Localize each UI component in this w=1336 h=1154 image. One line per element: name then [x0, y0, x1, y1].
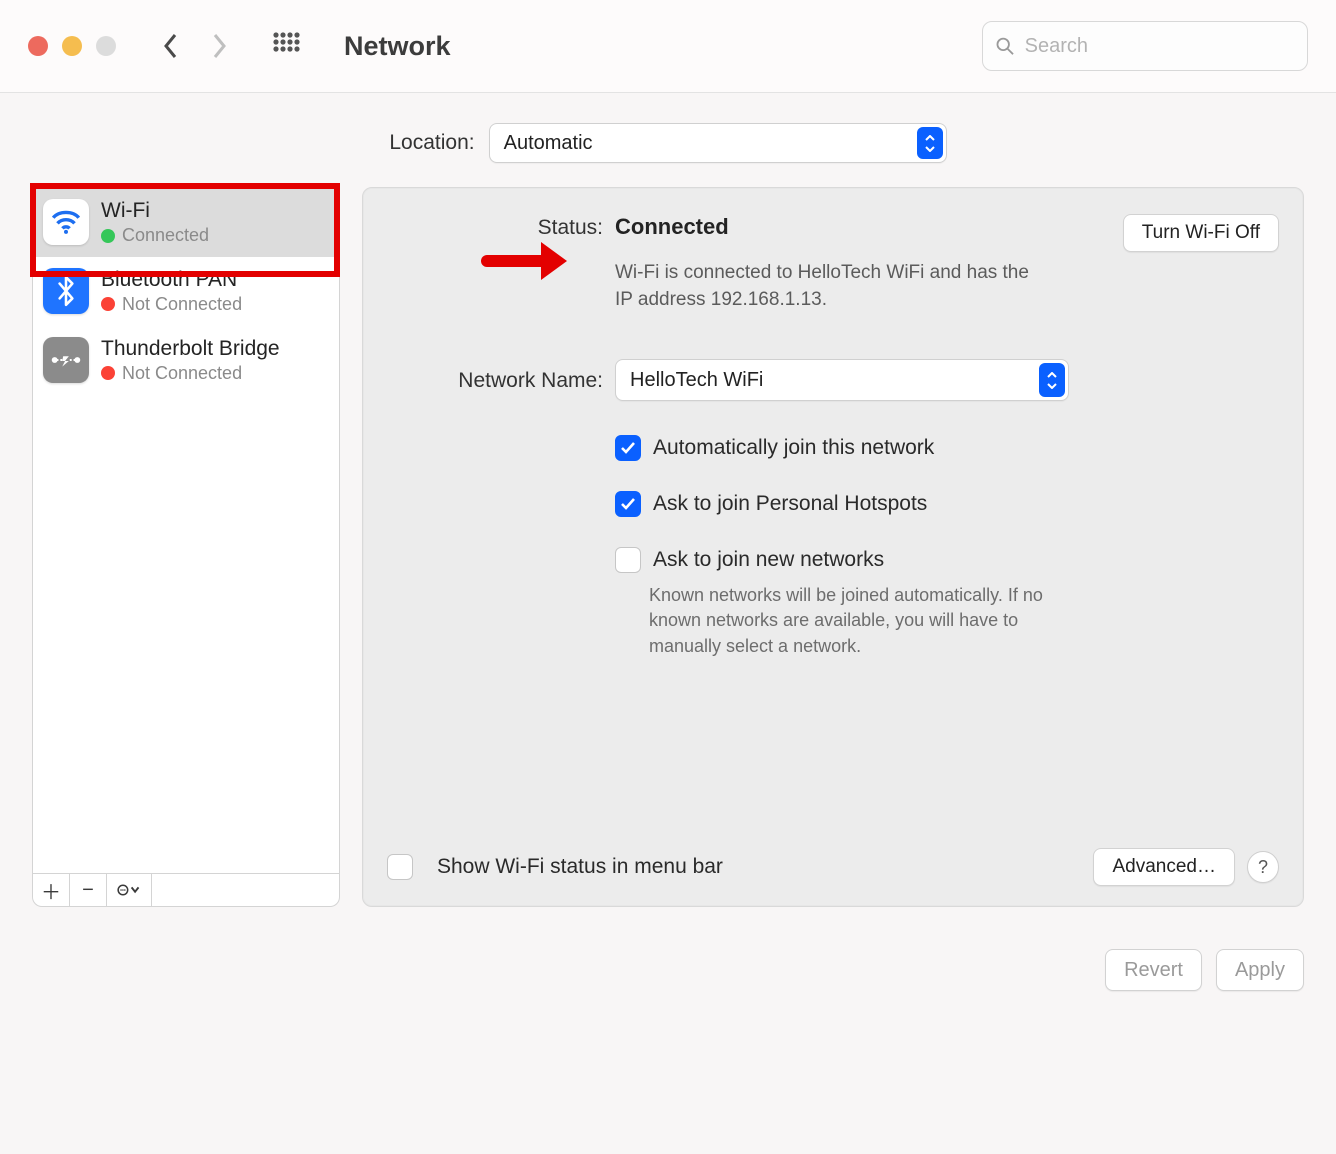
search-field-container[interactable]: [982, 21, 1308, 71]
close-window-button[interactable]: [28, 36, 48, 56]
bluetooth-icon: [43, 268, 89, 314]
show-all-icon[interactable]: [264, 23, 310, 69]
search-input[interactable]: [1023, 34, 1295, 59]
add-service-button[interactable]: ＋: [33, 874, 70, 906]
ask-hotspots-label: Ask to join Personal Hotspots: [653, 492, 927, 516]
location-value: Automatic: [504, 132, 593, 155]
window-footer: Revert Apply: [0, 931, 1336, 991]
sidebar-item-thunderbolt-bridge[interactable]: Thunderbolt Bridge Not Connected: [33, 326, 339, 395]
auto-join-label: Automatically join this network: [653, 436, 934, 460]
apply-button[interactable]: Apply: [1216, 949, 1304, 991]
services-sidebar: Wi-Fi Connected Bluetooth PAN: [32, 187, 340, 907]
wifi-icon: [43, 199, 89, 245]
ask-hotspots-checkbox[interactable]: [615, 491, 641, 517]
status-dot-icon: [101, 366, 115, 380]
traffic-lights: [28, 36, 116, 56]
revert-button[interactable]: Revert: [1105, 949, 1202, 991]
service-name: Bluetooth PAN: [101, 267, 242, 293]
location-row: Location: Automatic: [0, 93, 1336, 187]
ask-new-networks-label: Ask to join new networks: [653, 548, 884, 572]
annotation-arrow-icon: [479, 234, 569, 292]
forward-button[interactable]: [202, 22, 236, 70]
toolbar: Network: [0, 0, 1336, 93]
sidebar-footer: ＋ −: [32, 874, 340, 907]
select-stepper-icon: [917, 127, 943, 159]
status-value: Connected: [615, 214, 729, 240]
back-button[interactable]: [154, 22, 188, 70]
service-status: Connected: [122, 224, 209, 247]
ask-new-networks-hint: Known networks will be joined automatica…: [649, 583, 1049, 659]
service-name: Thunderbolt Bridge: [101, 336, 280, 362]
remove-service-button[interactable]: −: [70, 874, 107, 906]
window-title: Network: [344, 31, 968, 62]
network-name-label: Network Name:: [387, 367, 603, 393]
network-name-select[interactable]: HelloTech WiFi: [615, 359, 1069, 401]
detail-pane: Status: Connected Turn Wi-Fi Off Wi-Fi i…: [362, 187, 1304, 907]
thunderbolt-bridge-icon: [43, 337, 89, 383]
zoom-window-button[interactable]: [96, 36, 116, 56]
ask-new-networks-checkbox[interactable]: [615, 547, 641, 573]
sidebar-item-wifi[interactable]: Wi-Fi Connected: [33, 188, 339, 257]
status-dot-icon: [101, 297, 115, 311]
sidebar-item-bluetooth-pan[interactable]: Bluetooth PAN Not Connected: [33, 257, 339, 326]
show-menu-bar-label: Show Wi-Fi status in menu bar: [437, 855, 723, 879]
network-name-value: HelloTech WiFi: [630, 369, 763, 392]
service-name: Wi-Fi: [101, 198, 209, 224]
location-label: Location:: [389, 131, 474, 155]
select-stepper-icon: [1039, 363, 1065, 397]
status-description: Wi-Fi is connected to HelloTech WiFi and…: [615, 260, 1035, 313]
show-menu-bar-checkbox[interactable]: [387, 854, 413, 880]
location-select[interactable]: Automatic: [489, 123, 947, 163]
help-button[interactable]: ?: [1247, 851, 1279, 883]
service-status: Not Connected: [122, 362, 242, 385]
status-dot-icon: [101, 229, 115, 243]
auto-join-checkbox[interactable]: [615, 435, 641, 461]
service-status: Not Connected: [122, 293, 242, 316]
service-actions-menu[interactable]: [107, 874, 152, 906]
advanced-button[interactable]: Advanced…: [1093, 848, 1235, 886]
turn-wifi-off-button[interactable]: Turn Wi-Fi Off: [1123, 214, 1279, 252]
minimize-window-button[interactable]: [62, 36, 82, 56]
